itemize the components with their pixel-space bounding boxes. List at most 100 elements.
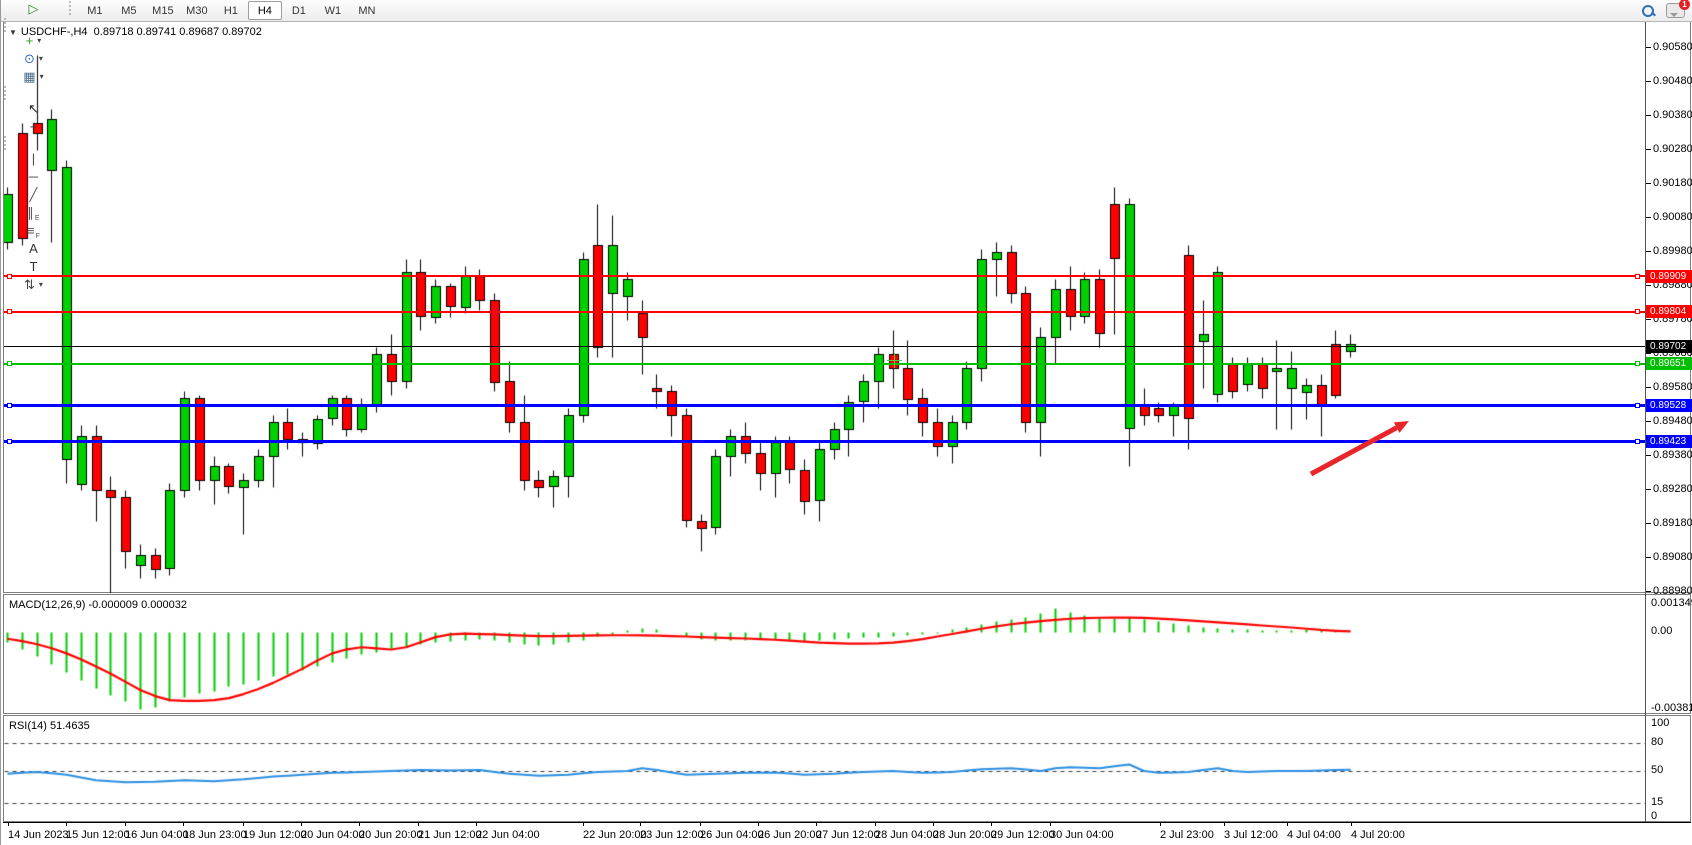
time-tick-label: 30 Jun 04:00 xyxy=(1050,829,1114,841)
price-tick-label: 0.88980 xyxy=(1653,585,1692,597)
timeframe-D1-button[interactable]: D1 xyxy=(282,1,316,20)
time-axis[interactable]: 14 Jun 202315 Jun 12:0016 Jun 04:0018 Ju… xyxy=(3,822,1691,845)
chat-icon[interactable]: 1 xyxy=(1666,3,1685,18)
text-label-icon: T xyxy=(29,260,37,273)
line-handle[interactable] xyxy=(1635,361,1640,366)
price-tick-label: 0.89580 xyxy=(1653,381,1692,393)
time-tick-label: 26 Jun 20:00 xyxy=(758,829,822,841)
timeframe-M5-button[interactable]: M5 xyxy=(112,1,146,20)
horizontal-level-line[interactable] xyxy=(4,275,1645,277)
price-axis-divider xyxy=(1645,21,1646,822)
chevron-down-icon[interactable]: ▾ xyxy=(39,280,43,289)
templates-button[interactable]: ▦▾ xyxy=(2,68,65,86)
time-tick-label: 20 Jun 04:00 xyxy=(301,829,365,841)
time-tick-label: 26 Jun 04:00 xyxy=(700,829,764,841)
price-tick-label: 0.90180 xyxy=(1653,177,1692,189)
line-handle[interactable] xyxy=(7,439,12,444)
chat-badge: 1 xyxy=(1679,0,1690,10)
price-level-badge: 0.89528 xyxy=(1646,399,1692,412)
time-tick-label: 29 Jun 12:00 xyxy=(991,829,1055,841)
timeframe-W1-button[interactable]: W1 xyxy=(316,1,350,20)
timeframe-H1-button[interactable]: H1 xyxy=(214,1,248,20)
search-icon[interactable] xyxy=(1640,3,1656,19)
equidistant-channel-button[interactable]: ∥E xyxy=(2,204,65,222)
periods-button[interactable]: ⊙▾ xyxy=(2,50,65,68)
line-handle[interactable] xyxy=(1635,439,1640,444)
fibonacci-icon-sub: F xyxy=(36,233,40,240)
price-level-badge: 0.89702 xyxy=(1646,340,1692,353)
price-tick-label: 0.89280 xyxy=(1653,483,1692,495)
timeframe-H4-button[interactable]: H4 xyxy=(248,1,282,20)
timeframe-M1-button[interactable]: M1 xyxy=(78,1,112,20)
chevron-down-icon[interactable]: ▾ xyxy=(37,36,41,45)
horizontal-level-line[interactable] xyxy=(4,404,1645,407)
vertical-line-icon: | xyxy=(32,152,35,165)
periods-icon: ⊙ xyxy=(24,52,35,65)
cursor-button[interactable]: ↖ xyxy=(2,100,65,118)
price-level-badge: 0.89909 xyxy=(1646,270,1692,283)
time-tick-label: 15 Jun 12:00 xyxy=(66,829,130,841)
arrows-objects-icon: ⇅ xyxy=(24,278,35,291)
macd-tick-label: -0.00381 xyxy=(1651,702,1692,714)
chevron-down-icon[interactable]: ▾ xyxy=(40,72,44,81)
time-tick-label: 4 Jul 04:00 xyxy=(1287,829,1341,841)
horizontal-level-line[interactable] xyxy=(4,363,1645,365)
line-handle[interactable] xyxy=(1635,403,1640,408)
horizontal-line-button[interactable]: ─ xyxy=(2,168,65,186)
line-handle[interactable] xyxy=(1635,309,1640,314)
price-tick-label: 0.90580 xyxy=(1653,41,1692,53)
price-tick-label: 0.89180 xyxy=(1653,517,1692,529)
macd-label: MACD(12,26,9) -0.000009 0.000032 xyxy=(9,599,187,611)
text-icon: A xyxy=(29,242,38,255)
fibonacci-button[interactable]: ≡F xyxy=(2,222,65,240)
trendline-button[interactable]: ╱ xyxy=(2,186,65,204)
line-handle[interactable] xyxy=(1635,274,1640,279)
chevron-down-icon[interactable]: ▾ xyxy=(39,54,43,63)
line-handle[interactable] xyxy=(7,361,12,366)
time-tick-label: 20 Jun 20:00 xyxy=(359,829,423,841)
line-handle[interactable] xyxy=(7,403,12,408)
crosshair-button[interactable]: + xyxy=(2,118,65,136)
rsi-level-label: 15 xyxy=(1651,796,1663,808)
time-tick-label: 19 Jun 12:00 xyxy=(243,829,307,841)
ohlc-values: 0.89718 0.89741 0.89687 0.89702 xyxy=(94,26,262,38)
rsi-level-label: 80 xyxy=(1651,736,1663,748)
time-tick-label: 23 Jun 12:00 xyxy=(640,829,704,841)
timeframe-M15-button[interactable]: M15 xyxy=(146,1,180,20)
timeframe-MN-button[interactable]: MN xyxy=(350,1,384,20)
time-tick-label: 22 Jun 04:00 xyxy=(476,829,540,841)
trend-arrow[interactable] xyxy=(1303,411,1421,486)
price-tick-label: 0.90380 xyxy=(1653,109,1692,121)
toolbar-separator xyxy=(4,136,6,150)
chart-shift-icon: ▷ xyxy=(28,2,38,15)
time-tick-label: 28 Jun 04:00 xyxy=(875,829,939,841)
macd-tick-label: 0.001349 xyxy=(1651,597,1692,609)
horizontal-level-line[interactable] xyxy=(4,311,1645,313)
timeframe-M30-button[interactable]: M30 xyxy=(180,1,214,20)
chart-shift-button[interactable]: ▷ xyxy=(2,0,65,18)
indicators-button[interactable]: +▾ xyxy=(2,32,65,50)
candlestick-chart[interactable] xyxy=(4,22,1645,593)
horizontal-line-icon: ─ xyxy=(29,170,38,183)
price-tick-label: 0.90280 xyxy=(1653,143,1692,155)
fibonacci-icon: ≡ xyxy=(27,224,35,237)
current-price-line[interactable] xyxy=(4,346,1645,347)
vertical-line-button[interactable]: | xyxy=(2,150,65,168)
time-tick-label: 2 Jul 23:00 xyxy=(1160,829,1214,841)
macd-chart[interactable] xyxy=(4,595,1645,713)
arrows-objects-button[interactable]: ⇅▾ xyxy=(2,276,65,294)
line-handle[interactable] xyxy=(7,309,12,314)
price-tick-label: 0.89080 xyxy=(1653,551,1692,563)
time-tick-label: 3 Jul 12:00 xyxy=(1224,829,1278,841)
rsi-level-label: 100 xyxy=(1651,717,1669,729)
text-label-button[interactable]: T xyxy=(2,258,65,276)
text-button[interactable]: A xyxy=(2,240,65,258)
price-tick-label: 0.90480 xyxy=(1653,75,1692,87)
equidistant-channel-icon: ∥ xyxy=(27,206,34,219)
main-toolbar: 新订单◆●●自动交易⫴~⊕⊖⊞▶▷+▾⊙▾▦▾↖+|─╱∥E≡FAT⇅▾ M1M… xyxy=(1,0,1692,22)
crosshair-icon: + xyxy=(30,120,38,133)
time-tick-label: 22 Jun 20:00 xyxy=(583,829,647,841)
timeframe-toolbar: M1M5M15M30H1H4D1W1MN xyxy=(66,1,384,20)
rsi-chart[interactable] xyxy=(4,716,1645,821)
time-tick-label: 28 Jun 20:00 xyxy=(933,829,997,841)
